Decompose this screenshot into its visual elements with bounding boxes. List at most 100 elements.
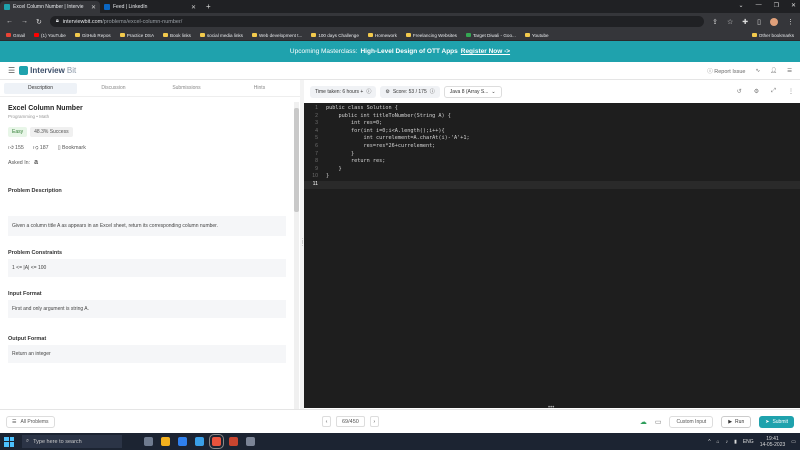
forward-icon[interactable]: → <box>21 18 28 25</box>
scrollbar-thumb[interactable] <box>294 108 299 212</box>
star-icon[interactable]: ☆ <box>727 18 733 26</box>
bookmark-100days[interactable]: 100 days Challenge <box>311 33 359 38</box>
gmail-icon <box>6 33 11 37</box>
code-line[interactable]: 5 int currelement=A.charAt(i)-'A'+1; <box>304 135 800 143</box>
network-icon[interactable]: ⌂ <box>717 439 720 445</box>
bookmark-button[interactable]: ▯ Bookmark <box>58 145 86 151</box>
code-line[interactable]: 8 return res; <box>304 158 800 166</box>
tab-discussion[interactable]: Discussion <box>77 83 150 94</box>
more-options-icon[interactable]: ⋮ <box>788 88 794 95</box>
file-explorer-icon[interactable] <box>161 437 170 446</box>
task-view-icon[interactable] <box>144 437 153 446</box>
like-button[interactable]: 👍︎ 155 <box>8 145 24 151</box>
masterclass-banner: Upcoming Masterclass: High-Level Design … <box>0 41 800 62</box>
new-tab-icon[interactable]: + <box>206 1 211 13</box>
bookmark-youtube-folder[interactable]: Youtube <box>524 33 549 38</box>
fullscreen-icon[interactable]: ⤢ <box>771 88 776 95</box>
bookmark-target[interactable]: Target Diwali - Goo... <box>465 33 516 38</box>
menu-grid-icon[interactable]: ☰ <box>787 68 792 74</box>
code-line[interactable]: 9 } <box>304 166 800 174</box>
reload-icon[interactable]: ↻ <box>36 18 42 26</box>
mail-icon[interactable] <box>178 437 187 446</box>
code-line[interactable]: 2 public int titleToNumber(String A) { <box>304 113 800 121</box>
custom-input-button[interactable]: Custom Input <box>669 415 714 428</box>
all-problems-button[interactable]: ☰ All Problems <box>6 415 55 428</box>
submit-button[interactable]: ➤ Submit <box>759 415 794 428</box>
extensions-icon[interactable]: ✚ <box>742 18 748 26</box>
other-bookmarks[interactable]: Other bookmarks <box>751 33 794 38</box>
notifications-icon[interactable]: ▭ <box>791 439 796 445</box>
tab-title: Excel Column Number | Intervie <box>13 4 84 10</box>
info-icon[interactable]: ⓘ <box>430 88 435 95</box>
terminal-icon[interactable]: ▭ <box>655 418 662 426</box>
bookmark-social[interactable]: social media links <box>199 33 243 38</box>
output-format-text: Return an integer <box>8 345 286 363</box>
interviewbit-logo[interactable]: Interview Bit <box>19 66 76 75</box>
profile-avatar[interactable] <box>770 17 778 26</box>
sheets-icon <box>465 33 471 37</box>
url-input[interactable]: 🔒︎ interviewbit.com/problems/excel-colum… <box>49 16 705 27</box>
more-icon[interactable]: ⋮ <box>787 18 794 26</box>
bookmark-freelancing[interactable]: Freelancing Websites <box>405 33 457 38</box>
chevron-up-icon[interactable]: ^ <box>708 439 710 445</box>
cloud-sync-icon[interactable]: ☁ <box>640 418 647 426</box>
code-line[interactable]: 6 res=res*26+currelement; <box>304 143 800 151</box>
bookmark-book-links[interactable]: Book links <box>163 33 191 38</box>
code-line[interactable]: 10} <box>304 173 800 181</box>
back-icon[interactable]: ← <box>6 18 13 25</box>
code-editor[interactable]: 1 public class Solution { 2 public int ti… <box>304 103 800 411</box>
reset-icon[interactable]: ↺ <box>737 88 742 95</box>
bookmark-webdev[interactable]: Web development t... <box>251 33 302 38</box>
tab-submissions[interactable]: Submissions <box>150 83 223 94</box>
code-line[interactable]: 3 int res=0; <box>304 120 800 128</box>
tab-hints[interactable]: Hints <box>223 83 296 94</box>
browser-tab-linkedin[interactable]: Feed | LinkedIn ✕ <box>100 1 200 13</box>
close-tab-icon[interactable]: ✕ <box>191 4 196 11</box>
dislike-button[interactable]: 👎︎ 187 <box>33 145 49 151</box>
code-line[interactable]: 1 public class Solution { <box>304 105 800 113</box>
chrome-icon[interactable] <box>209 434 224 449</box>
taskbar-search[interactable]: ⌕ Type here to search <box>22 435 122 448</box>
sidebar-icon[interactable]: ▯ <box>757 18 761 26</box>
language-indicator[interactable]: ENG <box>743 439 754 445</box>
volume-icon[interactable]: ♪ <box>726 439 729 445</box>
user-icon[interactable]: 👤︎ <box>770 68 777 74</box>
run-button[interactable]: ▶ Run <box>721 415 752 428</box>
bookmarks-bar: Gmail (1) YouTube GitHub Repos Practice … <box>0 30 800 41</box>
bookmark-youtube[interactable]: (1) YouTube <box>34 33 66 38</box>
problem-scrollbar[interactable] <box>294 102 299 409</box>
info-icon[interactable]: ⓘ <box>366 88 371 95</box>
app-icon[interactable] <box>229 437 238 446</box>
chevron-down-icon[interactable]: ⌄ <box>739 2 744 9</box>
logo-text-a: Interview <box>30 66 65 75</box>
report-issue-button[interactable]: ⓘ Report Issue <box>707 67 745 75</box>
bookmark-practice-dsa[interactable]: Practice DSA <box>119 33 154 38</box>
app-icon[interactable] <box>246 437 255 446</box>
battery-icon[interactable]: ▮ <box>734 439 737 445</box>
minimize-icon[interactable]: — <box>756 2 762 9</box>
browser-tab-interviewbit[interactable]: Excel Column Number | Intervie ✕ <box>0 1 100 13</box>
bookmark-github[interactable]: GitHub Repos <box>74 33 111 38</box>
bookmark-gmail[interactable]: Gmail <box>6 33 25 38</box>
tab-description[interactable]: Description <box>4 82 77 94</box>
vscode-icon[interactable] <box>195 437 204 446</box>
code-line[interactable]: 7 } <box>304 151 800 159</box>
code-line[interactable]: 4 for(int i=0;i<A.length();i++){ <box>304 128 800 136</box>
code-line-current[interactable]: 11 <box>304 180 800 189</box>
language-select[interactable]: Java 8 (Array S... ⌄ <box>443 85 502 98</box>
folder-icon <box>251 33 257 37</box>
prev-problem-button[interactable]: ‹ <box>322 416 331 427</box>
windows-start-icon[interactable] <box>4 436 14 447</box>
settings-icon[interactable]: ⚙ <box>754 88 759 95</box>
maximize-icon[interactable]: ❐ <box>774 2 779 9</box>
bookmark-icon: ▯ <box>57 145 61 151</box>
close-tab-icon[interactable]: ✕ <box>91 4 96 11</box>
bookmark-homework[interactable]: Homework <box>367 33 397 38</box>
activity-icon[interactable]: ∿ <box>755 68 760 74</box>
share-icon[interactable]: ⇪ <box>712 18 718 26</box>
clock[interactable]: 19:41 14-05-2023 <box>760 436 786 448</box>
hamburger-menu-icon[interactable]: ☰ <box>8 66 15 75</box>
close-window-icon[interactable]: ✕ <box>791 2 796 9</box>
next-problem-button[interactable]: › <box>369 416 379 427</box>
register-now-link[interactable]: Register Now -> <box>461 48 510 55</box>
